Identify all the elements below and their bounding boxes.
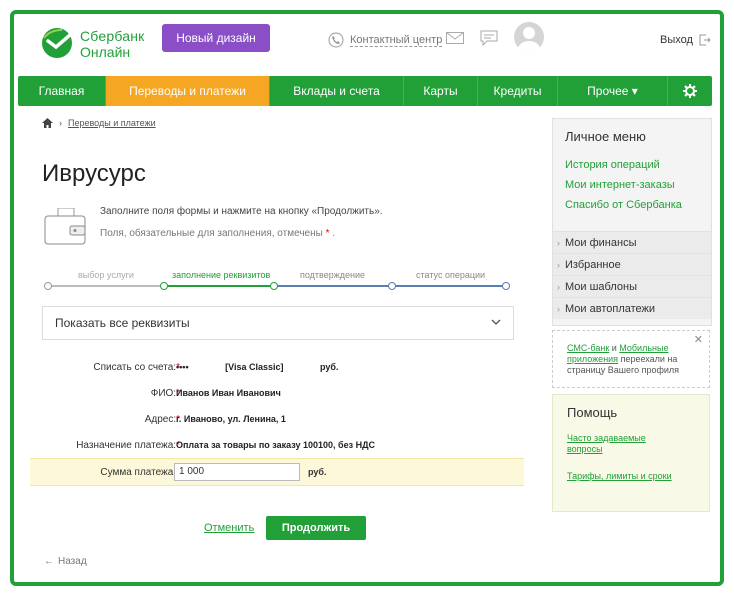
phone-icon: [328, 32, 344, 48]
moved-notice-text: СМС-банк и Мобильные приложения переехал…: [567, 343, 697, 376]
address-label: Адрес:*: [145, 414, 180, 425]
sberbank-logo[interactable]: Сбербанк Онлайн: [40, 24, 160, 64]
page-title: Иврусурс: [42, 160, 146, 187]
personal-menu-title: Личное меню: [565, 129, 646, 144]
amount-label-text: Сумма платежа:: [100, 467, 177, 478]
sidebar-item-favorites[interactable]: Избранное: [553, 253, 711, 275]
main-nav: Главная Переводы и платежи Вклады и счет…: [18, 76, 712, 106]
arrow-left-icon: ←: [44, 556, 54, 567]
sidebar-link-spasibo[interactable]: Спасибо от Сбербанка: [565, 199, 682, 211]
step-dot-1: [160, 282, 168, 290]
chevron-right-icon: ›: [59, 118, 62, 128]
step-status: статус операции: [416, 270, 486, 280]
sms-bank-link[interactable]: СМС-банк: [567, 343, 609, 353]
address-value: г. Иваново, ул. Ленина, 1: [176, 414, 286, 424]
sidebar-item-autopayments-label: Мои автоплатежи: [565, 302, 656, 315]
account-row: Списать со счета:* •••• [Visa Classic] р…: [30, 358, 524, 378]
cancel-link[interactable]: Отменить: [204, 522, 254, 534]
mail-icon[interactable]: [446, 32, 464, 44]
step-dot-end: [502, 282, 510, 290]
step-fill-details: заполнение реквизитов: [172, 270, 271, 280]
sidebar-link-history[interactable]: История операций: [565, 159, 660, 171]
sidebar-item-finances[interactable]: Мои финансы: [553, 231, 711, 253]
address-label-text: Адрес:: [144, 414, 177, 425]
back-label: Назад: [58, 556, 87, 567]
nav-item-cards[interactable]: Карты: [404, 76, 478, 106]
amount-unit: руб.: [308, 467, 327, 477]
account-unit: руб.: [320, 362, 339, 372]
sidebar-link-orders[interactable]: Мои интернет-заказы: [565, 179, 675, 191]
step-dot-2: [270, 282, 278, 290]
purpose-label: Назначение платежа:*: [76, 440, 180, 451]
show-details-label: Показать все реквизиты: [55, 316, 190, 330]
moved-notice: ✕ СМС-банк и Мобильные приложения переех…: [552, 330, 710, 388]
account-label-text: Списать со счета:: [93, 362, 177, 373]
nav-item-deposits[interactable]: Вклады и счета: [270, 76, 404, 106]
logout-icon: [699, 34, 711, 46]
sidebar-item-templates-label: Мои шаблоны: [565, 280, 637, 293]
help-panel: Помощь Часто задаваемые вопросы Тарифы, …: [552, 394, 710, 512]
amount-label: Сумма платежа:*: [100, 467, 180, 478]
show-details-toggle[interactable]: Показать все реквизиты: [42, 306, 514, 340]
wallet-form-icon: [44, 208, 86, 245]
sberbank-logo-icon: [42, 28, 72, 58]
sidebar-item-templates[interactable]: Мои шаблоны: [553, 275, 711, 297]
breadcrumb: › Переводы и платежи: [42, 118, 156, 128]
contact-center-label: Контактный центр: [350, 33, 443, 47]
help-link-tariffs[interactable]: Тарифы, лимиты и сроки: [567, 471, 677, 482]
step-track-1: [48, 285, 164, 287]
help-title: Помощь: [567, 405, 618, 420]
progress-steps: выбор услуги заполнение реквизитов подтв…: [44, 270, 510, 290]
required-note-end: .: [332, 228, 336, 239]
nav-item-credits[interactable]: Кредиты: [478, 76, 558, 106]
nav-item-other[interactable]: Прочее ▾: [558, 76, 668, 106]
chevron-down-icon: [491, 319, 501, 325]
exit-label: Выход: [660, 34, 693, 46]
step-select-service: выбор услуги: [78, 270, 134, 280]
account-label: Списать со счета:*: [93, 362, 180, 373]
fio-label-text: ФИО:: [150, 388, 177, 399]
logo-title: Сбербанк: [80, 28, 145, 44]
purpose-value: Оплата за товары по заказу 100100, без Н…: [176, 440, 375, 450]
avatar[interactable]: [514, 22, 544, 52]
fio-value: Иванов Иван Иванович: [176, 388, 281, 398]
gear-icon: [683, 84, 697, 98]
required-fields-note: Поля, обязательные для заполнения, отмеч…: [100, 228, 335, 239]
contact-center-link[interactable]: Контактный центр: [328, 32, 443, 48]
breadcrumb-transfers[interactable]: Переводы и платежи: [68, 118, 156, 128]
required-note-text: Поля, обязательные для заполнения, отмеч…: [100, 228, 323, 239]
chat-icon[interactable]: [480, 30, 498, 46]
purpose-label-text: Назначение платежа:: [76, 440, 177, 451]
step-dot-3: [388, 282, 396, 290]
settings-button[interactable]: [668, 76, 712, 106]
help-link-faq[interactable]: Часто задаваемые вопросы: [567, 433, 677, 455]
exit-link[interactable]: Выход: [660, 34, 711, 46]
purpose-row: Назначение платежа:* Оплата за товары по…: [30, 436, 524, 456]
app-frame: Сбербанк Онлайн Новый дизайн Контактный …: [10, 10, 724, 586]
sidebar-item-favorites-label: Избранное: [565, 258, 621, 271]
required-star: *: [325, 228, 330, 239]
personal-menu: Личное меню История операций Мои интерне…: [552, 118, 712, 326]
step-confirm: подтверждение: [300, 270, 366, 280]
sidebar-item-finances-label: Мои финансы: [565, 236, 637, 249]
step-track-2: [164, 285, 274, 287]
sidebar-item-autopayments[interactable]: Мои автоплатежи: [553, 297, 711, 319]
step-dot-start: [44, 282, 52, 290]
continue-button[interactable]: Продолжить: [266, 516, 366, 540]
amount-row: Сумма платежа:* 1 000 руб.: [30, 458, 524, 486]
form-instruction: Заполните поля формы и нажмите на кнопку…: [100, 206, 383, 217]
account-card: [Visa Classic]: [225, 362, 284, 372]
logo-subtitle: Онлайн: [80, 44, 131, 60]
notice-mid: и: [609, 343, 620, 353]
address-row: Адрес:* г. Иваново, ул. Ленина, 1: [30, 410, 524, 430]
nav-item-transfers[interactable]: Переводы и платежи: [106, 76, 270, 106]
home-icon[interactable]: [42, 118, 53, 128]
amount-input[interactable]: 1 000: [174, 463, 300, 481]
account-value[interactable]: •••• [Visa Classic] руб.: [176, 362, 338, 372]
account-mask: ••••: [176, 362, 189, 372]
nav-item-main[interactable]: Главная: [18, 76, 106, 106]
new-design-button[interactable]: Новый дизайн: [162, 24, 270, 52]
back-link[interactable]: ← Назад: [44, 556, 87, 567]
fio-row: ФИО:* Иванов Иван Иванович: [30, 384, 524, 404]
